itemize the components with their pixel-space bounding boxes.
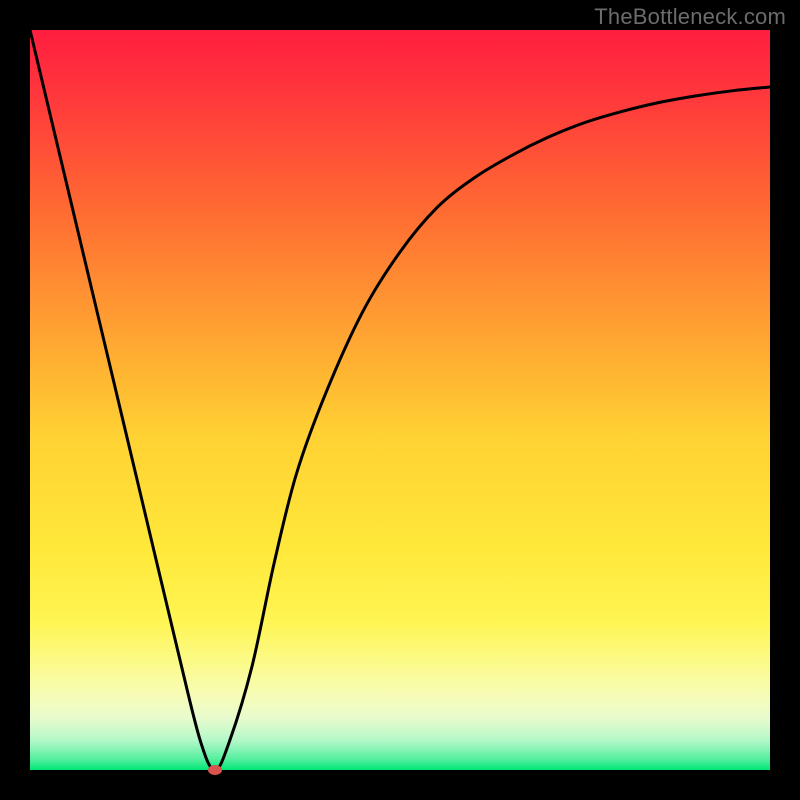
optimum-marker bbox=[208, 765, 222, 775]
plot-background bbox=[30, 30, 770, 770]
chart-frame: { "watermark": "TheBottleneck.com", "cha… bbox=[0, 0, 800, 800]
chart-svg bbox=[0, 0, 800, 800]
watermark-text: TheBottleneck.com bbox=[594, 4, 786, 30]
